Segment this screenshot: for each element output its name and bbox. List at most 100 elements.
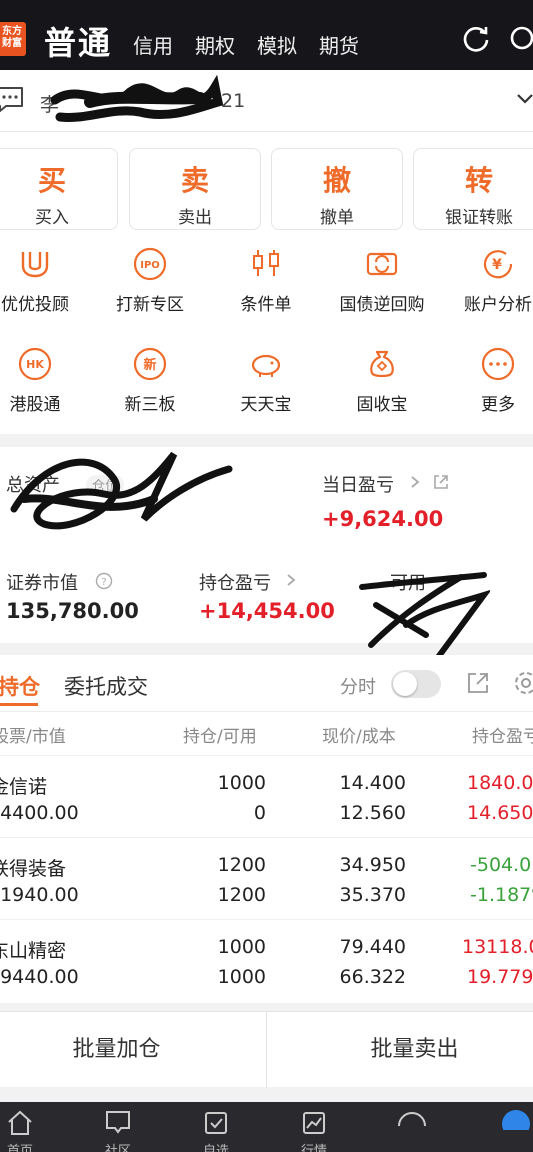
table-row[interactable]: 联得装备 41940.00 1200 1200 34.950 35.370 -5…	[0, 837, 533, 919]
stock-name: 联得装备	[0, 858, 67, 880]
sell-button[interactable]: 卖 卖出	[129, 148, 261, 230]
positions-panel: 持仓 委托成交 分时 股票/市值 持仓/可用 现价/成本 持仓盈亏 金信诺 14…	[0, 655, 533, 1003]
transfer-button[interactable]: 转 银证转账	[413, 148, 533, 230]
grid-label-hk-connect: 港股通	[9, 395, 61, 415]
buy-label: 买入	[35, 208, 69, 228]
divider	[0, 711, 533, 712]
toggle-knob	[393, 672, 417, 696]
intraday-toggle[interactable]	[391, 670, 441, 698]
stock-name: 东山精密	[0, 940, 67, 962]
available-qty: 1200	[217, 884, 266, 906]
more-icon	[481, 347, 515, 381]
external-link-icon[interactable]	[432, 473, 450, 491]
nav-community[interactable]: 社区	[88, 1108, 148, 1152]
uu-icon	[21, 252, 49, 278]
cancel-label: 撤单	[320, 208, 354, 228]
nav-market[interactable]: 行情	[284, 1108, 344, 1152]
share-icon[interactable]	[466, 671, 490, 695]
grid-item-reverse-repo[interactable]: 国债逆回购	[327, 246, 437, 315]
search-icon[interactable]	[507, 24, 533, 54]
grid-item-tiantianbao[interactable]: 天天宝	[211, 346, 321, 415]
table-row[interactable]: 东山精密 79440.00 1000 1000 79.440 66.322 13…	[0, 919, 533, 1001]
market-value: 135,780.00	[6, 599, 139, 623]
position-ratio-chip[interactable]: 仓位	[86, 475, 125, 495]
tab-simulation[interactable]: 模拟	[257, 30, 297, 59]
nav-home[interactable]: 首页	[0, 1108, 50, 1152]
feature-grid: 优优投顾 IPO 打新专区 条件单 国债逆回购 ¥ 账户分析 HK 港股通 新 …	[0, 234, 533, 434]
grid-item-uu-advisor[interactable]: 优优投顾	[0, 246, 90, 315]
buy-button[interactable]: 买 买入	[0, 148, 118, 230]
profile-nav-icon[interactable]	[498, 1106, 533, 1130]
grid-item-conditional-order[interactable]: 条件单	[211, 246, 321, 315]
money-bag-icon	[370, 350, 394, 378]
brand-logo: 东方财富	[0, 22, 26, 56]
trade-nav-icon[interactable]	[396, 1108, 428, 1128]
chevron-down-icon[interactable]	[516, 92, 533, 106]
position-pl-label[interactable]: 持仓盈亏	[199, 569, 271, 595]
current-price: 79.440	[339, 936, 406, 958]
position-pl-percent: 14.650%	[467, 802, 533, 824]
cancel-order-button[interactable]: 撤 撤单	[271, 148, 403, 230]
total-assets-label: 总资产	[6, 475, 60, 496]
tab-orders[interactable]: 委托成交	[64, 671, 148, 701]
asset-summary: 总资产 仓位 当日盈亏 +9,624.00 证券市值 ? 135,780.00 …	[0, 447, 533, 663]
gear-icon[interactable]	[512, 669, 533, 697]
home-icon	[8, 1110, 32, 1135]
position-pl-percent: -1.187%	[470, 884, 533, 906]
sell-glyph: 卖	[180, 164, 209, 197]
cancel-glyph: 撤	[322, 164, 351, 197]
grid-item-ipo[interactable]: IPO 打新专区	[95, 246, 205, 315]
svg-text:新: 新	[143, 357, 156, 373]
grid-item-account-analysis[interactable]: ¥ 账户分析	[443, 246, 533, 315]
repo-icon	[366, 252, 398, 276]
active-tab-indicator	[0, 703, 38, 706]
refresh-icon[interactable]	[461, 24, 491, 54]
position-pl: -504.0	[470, 854, 532, 876]
intraday-toggle-label: 分时	[340, 677, 376, 698]
grid-label-fixed-income: 固收宝	[356, 395, 408, 415]
grid-label-conditional-order: 条件单	[240, 295, 292, 315]
grid-label-new-third-board: 新三板	[124, 395, 176, 415]
batch-actions: 批量加仓 批量卖出	[0, 1011, 533, 1088]
daily-pl-label[interactable]: 当日盈亏	[322, 471, 394, 497]
grid-label-ipo: 打新专区	[116, 295, 184, 315]
holding-qty: 1000	[217, 772, 266, 794]
position-pl-value: +14,454.00	[199, 599, 335, 623]
watchlist-icon	[205, 1112, 227, 1134]
bottom-nav: 首页 社区 自选 行情	[0, 1102, 533, 1152]
batch-sell-button[interactable]: 批量卖出	[267, 1012, 533, 1088]
grid-item-more[interactable]: 更多	[443, 346, 533, 415]
svg-text:IPO: IPO	[140, 260, 160, 271]
stock-market-value: 41940.00	[0, 884, 79, 906]
market-value-label: 证券市值	[6, 573, 78, 594]
svg-text:¥: ¥	[492, 257, 502, 273]
chevron-right-icon	[411, 476, 420, 488]
account-number-tail: 21	[221, 90, 246, 112]
grid-item-hk-connect[interactable]: HK 港股通	[0, 346, 90, 415]
account-selector[interactable]: 李 21	[0, 70, 533, 132]
chat-icon[interactable]	[0, 84, 26, 114]
tab-futures[interactable]: 期货	[319, 30, 359, 59]
cost-price: 12.560	[339, 802, 406, 824]
stock-name: 金信诺	[0, 776, 48, 798]
cost-price: 35.370	[339, 884, 406, 906]
nav-watchlist[interactable]: 自选	[186, 1108, 246, 1152]
table-row[interactable]: 金信诺 14400.00 1000 0 14.400 12.560 1840.0…	[0, 755, 533, 837]
batch-add-button[interactable]: 批量加仓	[0, 1012, 233, 1088]
redaction-scribble	[50, 74, 224, 122]
tab-credit[interactable]: 信用	[133, 30, 173, 59]
grid-item-fixed-income[interactable]: 固收宝	[327, 346, 437, 415]
available-qty: 1000	[217, 966, 266, 988]
nav-home-label: 首页	[6, 1144, 33, 1152]
account-type-title[interactable]: 普通	[44, 18, 112, 64]
market-icon	[303, 1112, 325, 1134]
grid-item-new-third-board[interactable]: 新 新三板	[95, 346, 205, 415]
available-funds-label: 可用	[390, 573, 426, 594]
grid-label-more: 更多	[481, 395, 515, 415]
help-icon[interactable]: ?	[95, 572, 113, 590]
top-bar: 东方财富 普通 信用 期权 模拟 期货	[0, 0, 533, 70]
trade-actions: 买 买入 卖 卖出 撤 撤单 转 银证转账	[0, 132, 533, 234]
tab-options[interactable]: 期权	[195, 30, 235, 59]
tab-holdings[interactable]: 持仓	[0, 671, 40, 701]
position-pl: 13118.0	[462, 936, 533, 958]
